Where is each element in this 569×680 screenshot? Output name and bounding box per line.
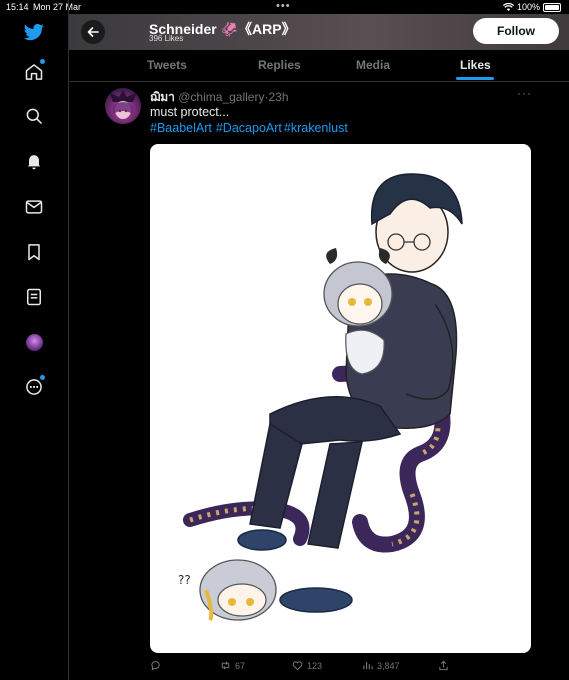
bookmarks-icon[interactable] [22,240,46,264]
tab-likes[interactable]: Likes [460,58,491,72]
sidebar [0,0,69,680]
hashtag-link[interactable]: #BaabelArt [150,121,212,135]
more-notification-dot [40,375,45,380]
battery-icon [543,2,561,12]
profile-header: Schneider 🦑《ARP》 396 Likes Follow [69,14,569,50]
hashtag-link[interactable]: #DacapoArt [216,121,282,135]
tweet-hashtags: #BaabelArt #DacapoArt #krakenlust [150,121,352,135]
multitasking-dots-icon[interactable]: ••• [276,0,291,12]
profile-tabs: Tweets Replies Media Likes [69,50,569,82]
twitter-logo-icon[interactable] [22,20,46,44]
likes-count: 396 Likes [149,34,184,43]
follow-button[interactable]: Follow [473,18,559,44]
profile-avatar-icon[interactable] [22,330,46,354]
tweet-time[interactable]: 23h [268,90,288,104]
tweet-text: must protect... [150,105,230,119]
question-marks: ?? [178,573,191,587]
avatar-portrait-icon [109,90,137,119]
heart-icon [292,661,303,671]
author-name[interactable]: ฌิมา [150,90,175,104]
tweet-actions: 67 123 3,847 [150,660,470,674]
wifi-icon [502,3,514,11]
arrow-left-icon [87,27,99,37]
active-tab-indicator [456,77,494,80]
author-avatar[interactable] [105,88,141,124]
retweet-count: 67 [235,660,246,671]
status-bar: 15:14 Mon 27 Mar ••• 100% [0,0,569,14]
tweet-media-image[interactable]: ?? [150,144,531,653]
search-icon[interactable] [22,104,46,128]
retweet-button[interactable]: 67 [220,660,245,671]
tab-replies[interactable]: Replies [258,58,301,72]
like-count: 123 [307,660,323,671]
share-button[interactable] [438,660,453,671]
illustration-artwork: ?? [178,173,463,622]
views-button[interactable]: 3,847 [362,660,400,671]
battery-percent: 100% [516,2,540,12]
tab-media[interactable]: Media [356,58,390,72]
home-icon[interactable] [22,59,46,84]
more-options-icon[interactable] [22,375,46,399]
status-indicators: 100% [502,2,561,12]
tweet-more-icon[interactable]: ··· [517,86,532,100]
retweet-icon [221,661,230,670]
tab-tweets[interactable]: Tweets [147,58,187,72]
notifications-bell-icon[interactable] [22,149,46,173]
lists-icon[interactable] [22,285,46,309]
like-button[interactable]: 123 [292,660,322,671]
messages-envelope-icon[interactable] [22,195,46,219]
hashtag-link[interactable]: #krakenlust [284,121,348,135]
back-button[interactable] [81,20,105,44]
views-bar-chart-icon [363,661,373,670]
author-handle[interactable]: @chima_gallery [178,90,264,104]
views-count: 3,847 [377,660,400,671]
reply-button[interactable] [150,660,165,671]
share-icon [439,660,448,671]
home-notification-dot [40,59,45,64]
reply-icon [151,661,160,671]
